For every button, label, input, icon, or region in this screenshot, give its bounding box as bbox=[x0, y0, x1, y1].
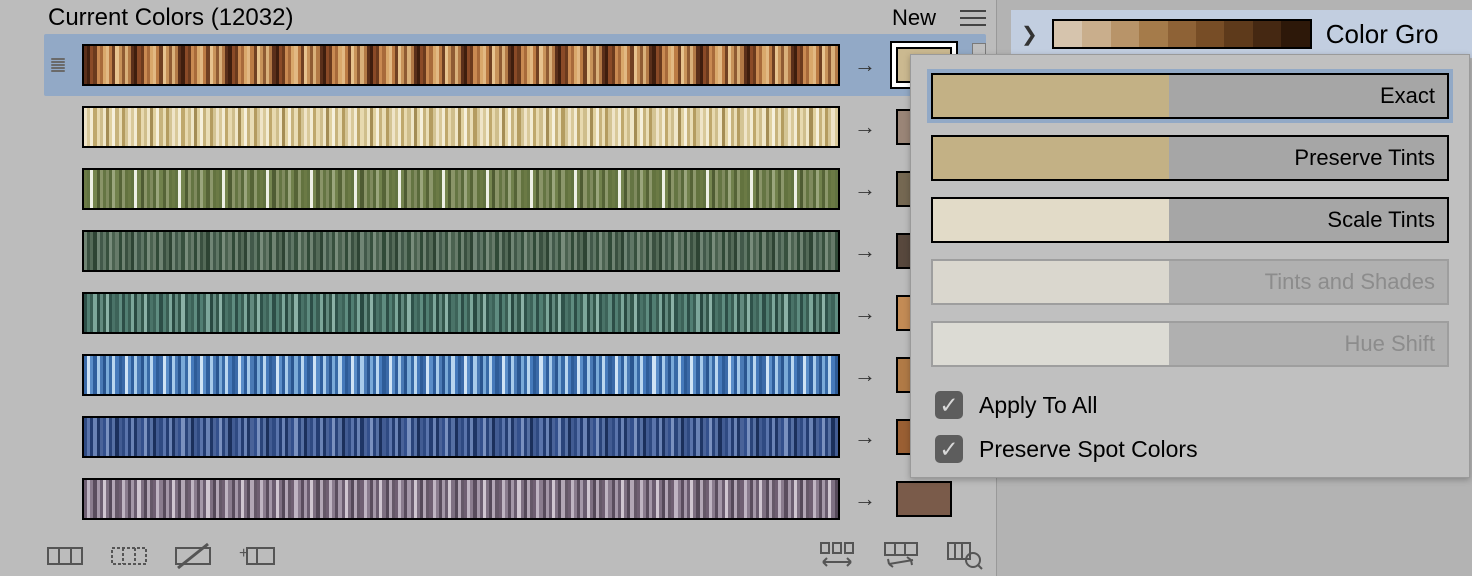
chevron-right-icon: ❯ bbox=[1021, 22, 1038, 47]
tool-icon-2[interactable] bbox=[108, 540, 150, 572]
recolor-option-label: Hue Shift bbox=[1169, 323, 1447, 365]
tool-icon-4[interactable]: + bbox=[236, 540, 278, 572]
color-strip[interactable] bbox=[82, 354, 840, 396]
arrow-right-icon: → bbox=[854, 300, 876, 326]
recolor-option: Tints and Shades bbox=[931, 259, 1449, 305]
preserve-spot-checkbox[interactable]: ✓ bbox=[935, 435, 963, 463]
tool-icon-3[interactable] bbox=[172, 540, 214, 572]
svg-text:+: + bbox=[239, 545, 248, 562]
tool-icon-6[interactable] bbox=[880, 540, 922, 572]
recolor-option-label: Scale Tints bbox=[1169, 199, 1447, 241]
tool-icon-7[interactable] bbox=[944, 540, 986, 572]
arrow-right-icon: → bbox=[854, 176, 876, 202]
recolor-popup: Exact Preserve Tints Scale Tints Tints and … bbox=[910, 54, 1470, 478]
target-swatch[interactable] bbox=[896, 481, 952, 517]
color-strip[interactable] bbox=[82, 478, 840, 520]
color-strip[interactable] bbox=[82, 168, 840, 210]
recolor-option-label: Tints and Shades bbox=[1169, 261, 1447, 303]
color-row[interactable]: →▾ bbox=[44, 158, 986, 220]
color-row[interactable]: →▾ bbox=[44, 96, 986, 158]
tool-icon-1[interactable] bbox=[44, 540, 86, 572]
arrow-right-icon: → bbox=[854, 52, 876, 78]
recolor-option-label: Preserve Tints bbox=[1169, 137, 1447, 179]
color-row[interactable]: →▾ bbox=[44, 34, 986, 96]
apply-to-all-checkbox[interactable]: ✓ bbox=[935, 391, 963, 419]
recolor-option[interactable]: Exact bbox=[931, 73, 1449, 119]
color-row[interactable]: →▾ bbox=[44, 344, 986, 406]
tool-icon-5[interactable] bbox=[816, 540, 858, 572]
recolor-option[interactable]: Scale Tints bbox=[931, 197, 1449, 243]
recolor-option[interactable]: Preserve Tints bbox=[931, 135, 1449, 181]
color-strip[interactable] bbox=[82, 230, 840, 272]
new-button[interactable]: New bbox=[892, 5, 936, 31]
arrow-right-icon: → bbox=[854, 114, 876, 140]
color-strip[interactable] bbox=[82, 416, 840, 458]
grip-icon[interactable] bbox=[48, 58, 68, 72]
color-row[interactable]: →▾ bbox=[44, 406, 986, 468]
recolor-option-label: Exact bbox=[1169, 75, 1447, 117]
color-row[interactable]: →▾ bbox=[44, 282, 986, 344]
color-strip[interactable] bbox=[82, 106, 840, 148]
color-strip[interactable] bbox=[82, 292, 840, 334]
arrow-right-icon: → bbox=[854, 424, 876, 450]
color-strip[interactable] bbox=[82, 44, 840, 86]
panel-title: Current Colors (12032) bbox=[48, 4, 293, 32]
color-group-gradient bbox=[1052, 19, 1312, 49]
apply-to-all-label: Apply To All bbox=[979, 392, 1097, 419]
arrow-right-icon: → bbox=[854, 486, 876, 512]
toolbar: + bbox=[44, 530, 986, 576]
recolor-option: Hue Shift bbox=[931, 321, 1449, 367]
arrow-right-icon: → bbox=[854, 362, 876, 388]
color-group-label: Color Gro bbox=[1326, 19, 1439, 50]
color-row[interactable]: →▾ bbox=[44, 220, 986, 282]
color-row[interactable]: →▾ bbox=[44, 468, 986, 530]
menu-icon[interactable] bbox=[960, 9, 986, 27]
preserve-spot-label: Preserve Spot Colors bbox=[979, 436, 1198, 463]
color-group-header[interactable]: ❯ Color Gro bbox=[1011, 10, 1472, 58]
arrow-right-icon: → bbox=[854, 238, 876, 264]
